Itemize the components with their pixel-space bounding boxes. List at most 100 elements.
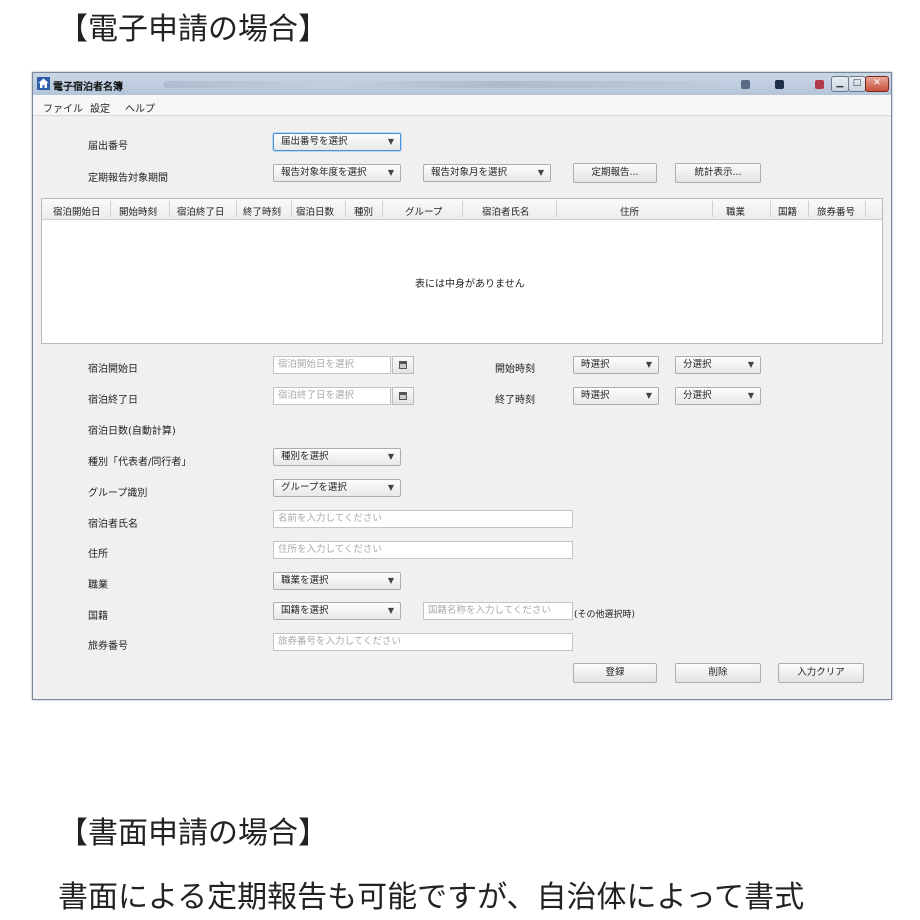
column-divider [236, 201, 237, 217]
address-label: 住所 [88, 549, 108, 560]
window-title: 電子宿泊者名簿 [53, 82, 123, 93]
column-header[interactable]: 国籍 [778, 204, 797, 218]
end-hour-select[interactable]: 時選択 ▼ [573, 387, 659, 405]
app-icon [37, 77, 50, 90]
dropdown-arrow-icon: ▼ [387, 483, 394, 492]
title-bar[interactable]: 電子宿泊者名簿 ▁ □ ✕ [33, 73, 891, 95]
column-divider [462, 201, 463, 217]
end-date-field[interactable]: 宿泊終了日を選択 [273, 387, 391, 405]
clear-input-button[interactable]: 入力クリア [778, 663, 864, 683]
menu-file[interactable]: ファイル [43, 100, 83, 115]
heading-paper: 【書面申請の場合】 [58, 816, 328, 851]
column-divider [382, 201, 383, 217]
menu-help[interactable]: ヘルプ [125, 100, 155, 115]
start-date-calendar-button[interactable] [392, 356, 414, 374]
dropdown-arrow-icon: ▼ [537, 168, 544, 177]
end-minute-value: 分選択 [683, 390, 712, 401]
statistics-button[interactable]: 統計表示... [675, 163, 761, 183]
menu-bar: ファイル 設定 ヘルプ [33, 95, 891, 116]
column-divider [345, 201, 346, 217]
dropdown-arrow-icon: ▼ [645, 391, 652, 400]
column-divider [169, 201, 170, 217]
heading-electronic: 【電子申請の場合】 [58, 12, 328, 47]
nationality-label: 国籍 [88, 611, 108, 622]
start-date-field[interactable]: 宿泊開始日を選択 [273, 356, 391, 374]
guest-name-label: 宿泊者氏名 [88, 519, 138, 530]
column-divider [291, 201, 292, 217]
column-header[interactable]: 終了時刻 [243, 204, 281, 218]
guest-table[interactable]: 宿泊開始日 開始時刻 宿泊終了日 終了時刻 宿泊日数 種別 グループ 宿泊者氏名… [41, 198, 883, 344]
end-hour-value: 時選択 [581, 390, 610, 401]
maximize-button[interactable]: □ [848, 76, 866, 92]
app-window: 電子宿泊者名簿 ▁ □ ✕ ファイル 設定 ヘルプ 届出番号 届出番号を選択 ▼… [32, 72, 892, 700]
column-header[interactable]: 旅券番号 [817, 204, 855, 218]
taskbar-dot-icon [815, 80, 824, 89]
fiscal-year-select[interactable]: 報告対象年度を選択 ▼ [273, 164, 401, 182]
column-header[interactable]: 宿泊者氏名 [482, 204, 530, 218]
end-time-label: 終了時刻 [495, 395, 535, 406]
column-divider [865, 201, 866, 217]
column-header[interactable]: 宿泊日数 [296, 204, 334, 218]
column-header[interactable]: 宿泊開始日 [53, 204, 101, 218]
column-header[interactable]: 住所 [620, 204, 639, 218]
column-divider [808, 201, 809, 217]
group-select[interactable]: グループを選択 ▼ [273, 479, 401, 497]
notification-number-label: 届出番号 [88, 141, 128, 152]
column-divider [712, 201, 713, 217]
dropdown-arrow-icon: ▼ [387, 168, 394, 177]
nationality-select[interactable]: 国籍を選択 ▼ [273, 602, 401, 620]
group-value: グループを選択 [281, 482, 347, 493]
start-minute-value: 分選択 [683, 359, 712, 370]
dropdown-arrow-icon: ▼ [645, 360, 652, 369]
notification-number-select[interactable]: 届出番号を選択 ▼ [273, 133, 401, 151]
column-divider [770, 201, 771, 217]
calendar-icon [399, 392, 407, 400]
dropdown-arrow-icon: ▼ [387, 137, 394, 146]
column-divider [556, 201, 557, 217]
calendar-icon [399, 361, 407, 369]
close-button[interactable]: ✕ [865, 76, 889, 92]
column-header[interactable]: グループ [405, 204, 442, 218]
dropdown-arrow-icon: ▼ [387, 452, 394, 461]
end-minute-select[interactable]: 分選択 ▼ [675, 387, 761, 405]
month-value: 報告対象月を選択 [431, 167, 508, 178]
column-header[interactable]: 開始時刻 [119, 204, 157, 218]
periodic-report-button[interactable]: 定期報告... [573, 163, 657, 183]
type-value: 種別を選択 [281, 451, 329, 462]
minimize-button[interactable]: ▁ [831, 76, 849, 92]
month-select[interactable]: 報告対象月を選択 ▼ [423, 164, 551, 182]
nationality-note: (その他選択時) [574, 610, 636, 620]
address-field[interactable]: 住所を入力してください [273, 541, 573, 559]
passport-field[interactable]: 旅券番号を入力してください [273, 633, 573, 651]
notification-number-value: 届出番号を選択 [281, 136, 348, 147]
column-header[interactable]: 宿泊終了日 [177, 204, 225, 218]
column-divider [110, 201, 111, 217]
report-period-label: 定期報告対象期間 [88, 173, 168, 184]
delete-button[interactable]: 削除 [675, 663, 761, 683]
occupation-value: 職業を選択 [281, 575, 329, 586]
body-paragraph: 書面による定期報告も可能ですが、自治体によって書式 [58, 880, 805, 915]
blurred-title-region [163, 81, 723, 88]
occupation-select[interactable]: 職業を選択 ▼ [273, 572, 401, 590]
guest-name-field[interactable]: 名前を入力してください [273, 510, 573, 528]
type-label: 種別「代表者/同行者」 [88, 457, 192, 468]
end-date-label: 宿泊終了日 [88, 395, 138, 406]
taskbar-dot-icon [741, 80, 750, 89]
start-hour-value: 時選択 [581, 359, 610, 370]
menu-settings[interactable]: 設定 [90, 100, 110, 115]
column-header[interactable]: 種別 [354, 204, 373, 218]
type-select[interactable]: 種別を選択 ▼ [273, 448, 401, 466]
start-time-label: 開始時刻 [495, 364, 535, 375]
dropdown-arrow-icon: ▼ [747, 360, 754, 369]
group-label: グループ識別 [88, 488, 148, 499]
nationality-name-field[interactable]: 国籍名称を入力してください [423, 602, 573, 620]
occupation-label: 職業 [88, 580, 108, 591]
dropdown-arrow-icon: ▼ [387, 576, 394, 585]
empty-table-message: 表には中身がありません [415, 279, 525, 290]
start-hour-select[interactable]: 時選択 ▼ [573, 356, 659, 374]
nationality-value: 国籍を選択 [281, 605, 329, 616]
column-header[interactable]: 職業 [726, 204, 745, 218]
start-minute-select[interactable]: 分選択 ▼ [675, 356, 761, 374]
end-date-calendar-button[interactable] [392, 387, 414, 405]
register-button[interactable]: 登録 [573, 663, 657, 683]
